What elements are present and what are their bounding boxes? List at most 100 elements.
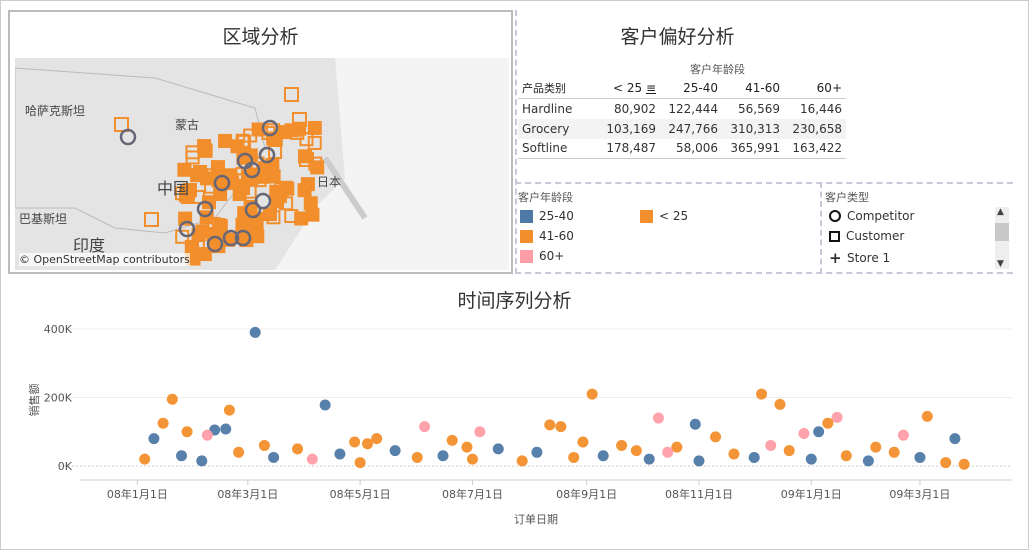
data-point — [220, 423, 232, 435]
data-point — [362, 438, 374, 450]
data-point — [233, 446, 245, 458]
data-point — [940, 457, 952, 469]
data-point — [958, 458, 970, 470]
data-point — [157, 417, 169, 429]
customer-marker — [303, 196, 318, 211]
data-point — [897, 429, 909, 441]
data-point — [671, 441, 683, 453]
data-point — [693, 455, 705, 467]
time-series-chart[interactable]: 0K 200K 400K 08年1月1日 08年3月1日 08年5月1日 08年7月1日 08… — [0, 280, 1029, 550]
data-point — [446, 434, 458, 446]
legend-item[interactable]: 41-60 — [520, 229, 574, 243]
data-point — [813, 426, 825, 438]
preference-table: 产品类别 < 25 ≡ 25-40 41-60 60+ Hardline 80,9… — [518, 78, 846, 159]
data-point — [139, 453, 151, 465]
data-point — [643, 453, 655, 465]
data-point — [201, 429, 213, 441]
column-header: 25-40 — [683, 81, 718, 95]
data-point — [437, 450, 449, 462]
data-point — [710, 431, 722, 443]
data-point — [268, 451, 280, 463]
data-point — [783, 445, 795, 457]
map-label-pakistan: 巴基斯坦 — [19, 212, 68, 226]
data-point — [176, 450, 188, 462]
data-point — [544, 419, 556, 431]
divider — [820, 182, 822, 274]
map-label-mongolia: 蒙古 — [175, 118, 200, 132]
divider — [515, 10, 517, 274]
column-header: 41-60 — [745, 81, 780, 95]
x-tick-label: 08年9月1日 — [556, 487, 617, 501]
data-point — [516, 455, 528, 467]
legend-item[interactable]: Customer — [829, 229, 904, 243]
data-point — [568, 451, 580, 463]
preference-title: 客户偏好分析 — [620, 26, 735, 48]
data-point — [461, 441, 473, 453]
data-point — [765, 439, 777, 451]
map-label-china: 中国 — [157, 179, 190, 198]
data-point — [805, 453, 817, 465]
data-point — [774, 398, 786, 410]
data-point — [616, 439, 628, 451]
map-attribution[interactable]: © OpenStreetMap contributors — [19, 253, 190, 266]
data-point — [597, 450, 609, 462]
data-point — [586, 388, 598, 400]
data-point — [411, 451, 423, 463]
data-point — [949, 433, 961, 445]
chevron-down-icon: ▼ — [997, 259, 1004, 269]
legend-item[interactable]: 60+ — [520, 249, 564, 263]
data-point — [756, 388, 768, 400]
customer-marker — [297, 183, 312, 198]
age-legend-title: 客户年龄段 — [518, 191, 573, 204]
data-point — [888, 446, 900, 458]
data-point — [921, 410, 933, 422]
circle-icon — [829, 210, 841, 222]
data-point — [840, 450, 852, 462]
legend-scrollbar[interactable]: ▲ ▼ — [995, 207, 1009, 269]
divider — [515, 182, 1013, 184]
data-point — [531, 446, 543, 458]
region-analysis-panel: 区域分析 哈萨克斯坦 蒙古 中国 日本 巴基斯坦 印度 © OpenStreet… — [8, 10, 513, 274]
customer-marker — [218, 133, 233, 148]
legend-item[interactable]: 25-40 — [520, 209, 574, 223]
data-point — [748, 451, 760, 463]
data-point — [492, 443, 504, 455]
region-map[interactable]: 哈萨克斯坦 蒙古 中国 日本 巴基斯坦 印度 © OpenStreetMap c… — [15, 58, 509, 270]
y-tick-label: 0K — [58, 460, 73, 473]
y-tick-label: 400K — [44, 323, 73, 336]
table-row: Softline 178,487 58,006 365,991 163,422 — [518, 139, 846, 159]
type-legend-title: 客户类型 — [825, 191, 869, 204]
x-tick-label: 08年7月1日 — [442, 487, 503, 501]
data-point — [466, 453, 478, 465]
data-point — [306, 453, 318, 465]
customer-marker — [177, 162, 192, 177]
data-point — [389, 445, 401, 457]
data-point — [349, 436, 361, 448]
square-icon — [829, 230, 840, 242]
data-point — [652, 412, 664, 424]
divider — [515, 272, 1013, 274]
x-tick-label: 09年3月1日 — [889, 487, 950, 501]
legend-item[interactable]: Competitor — [829, 209, 914, 223]
y-axis-label: 销售额 — [27, 384, 41, 417]
legend-item[interactable]: < 25 — [640, 209, 688, 223]
column-header[interactable]: < 25 ≡ — [598, 78, 660, 99]
legend-item[interactable]: + Store 1 — [829, 249, 890, 267]
x-tick-label: 08年5月1日 — [330, 487, 391, 501]
customer-marker — [197, 139, 212, 154]
data-point — [258, 439, 270, 451]
data-point — [862, 455, 874, 467]
y-tick-label: 200K — [44, 392, 73, 405]
data-point — [249, 326, 261, 338]
data-point — [148, 433, 160, 445]
chevron-up-icon: ▲ — [997, 207, 1004, 217]
data-point — [728, 448, 740, 460]
data-point — [419, 421, 431, 433]
data-point — [319, 399, 331, 411]
x-axis-label: 订单日期 — [514, 513, 558, 526]
x-tick-label: 08年3月1日 — [217, 487, 278, 501]
customer-marker — [305, 207, 320, 222]
data-point — [662, 446, 674, 458]
data-point — [822, 417, 834, 429]
map-label-kazakhstan: 哈萨克斯坦 — [25, 104, 86, 118]
